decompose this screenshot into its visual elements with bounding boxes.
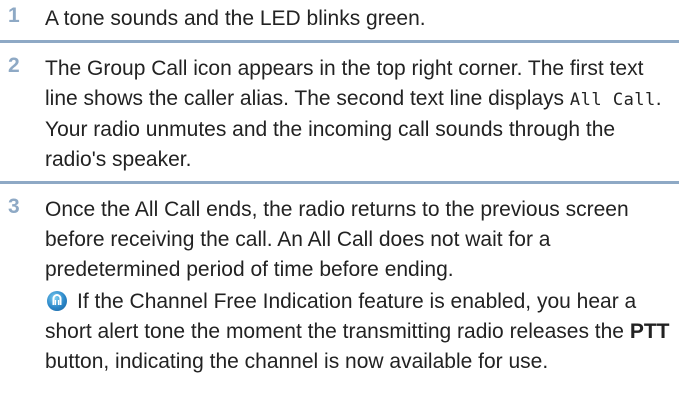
divider xyxy=(0,40,679,43)
step-text: The Group Call icon appears in the top r… xyxy=(45,54,671,175)
ptt-label: PTT xyxy=(629,320,670,343)
step-text: Once the All Call ends, the radio return… xyxy=(45,198,629,281)
divider xyxy=(0,181,679,184)
step-number: 3 xyxy=(8,195,20,218)
note-text-part: If the Channel Free Indication feature i… xyxy=(45,290,637,343)
step-text-part: The Group Call icon appears in the top r… xyxy=(45,57,644,110)
radio-feature-icon xyxy=(47,291,67,311)
instruction-page: 1 A tone sounds and the LED blinks green… xyxy=(0,0,679,406)
step-number: 1 xyxy=(8,4,20,27)
step-2: 2 The Group Call icon appears in the top… xyxy=(0,54,679,174)
step-text: A tone sounds and the LED blinks green. xyxy=(45,7,426,30)
note-text-part: button, indicating the channel is now av… xyxy=(45,350,549,373)
step-3: 3 Once the All Call ends, the radio retu… xyxy=(0,195,679,285)
display-text: All Call xyxy=(569,90,656,110)
feature-note: If the Channel Free Indication feature i… xyxy=(45,287,671,377)
step-number: 2 xyxy=(8,54,20,77)
step-1: 1 A tone sounds and the LED blinks green… xyxy=(0,4,679,34)
